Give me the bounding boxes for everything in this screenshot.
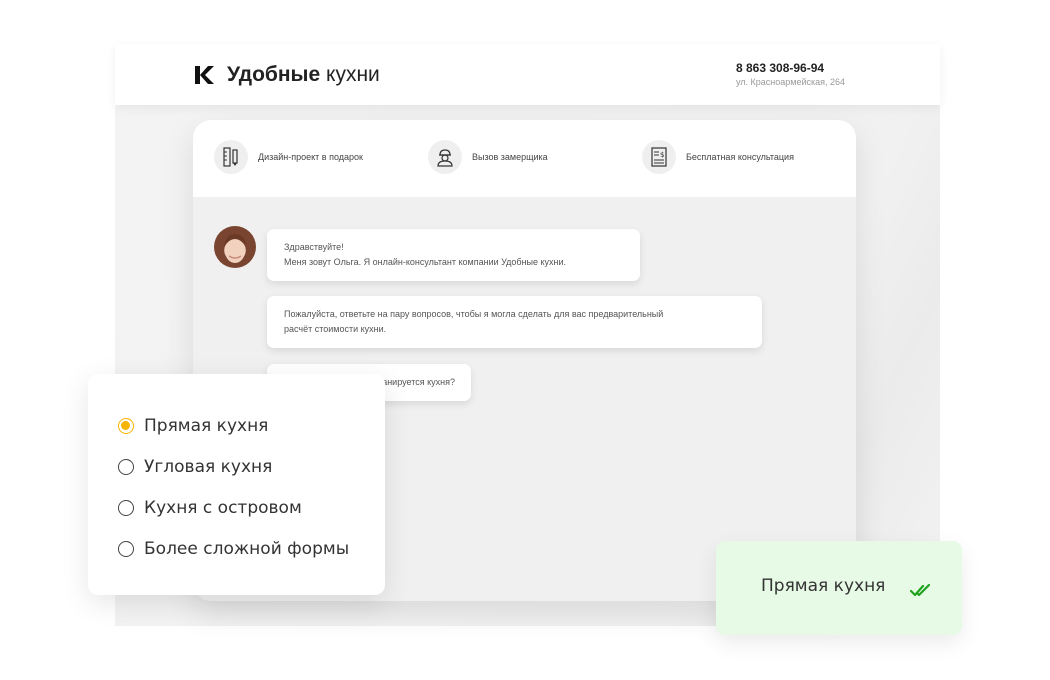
option-corner-kitchen[interactable]: Угловая кухня <box>118 457 272 477</box>
radio-button[interactable] <box>118 500 134 516</box>
service-label: Вызов замерщика <box>472 152 548 162</box>
chat-message: Здравствуйте! Меня зовут Ольга. Я онлайн… <box>267 229 640 281</box>
address: ул. Красноармейская, 264 <box>736 77 846 87</box>
double-check-icon <box>910 583 931 597</box>
radio-button[interactable] <box>118 418 134 434</box>
services-bar: Дизайн-проект в подарок Вызов замерщика <box>193 120 856 197</box>
option-label: Прямая кухня <box>144 416 269 436</box>
answer-text: Прямая кухня <box>761 576 886 596</box>
service-free-consultation[interactable]: $ Бесплатная консультация <box>642 140 794 174</box>
brand-name: Удобные кухни <box>227 63 380 86</box>
worker-helmet-icon <box>428 140 462 174</box>
avatar <box>214 226 256 268</box>
chat-message: Пожалуйста, ответьте на пару вопросов, ч… <box>267 296 762 348</box>
option-island-kitchen[interactable]: Кухня с островом <box>118 498 302 518</box>
option-label: Кухня с островом <box>144 498 302 518</box>
option-complex-shape[interactable]: Более сложной формы <box>118 539 349 559</box>
service-design-project[interactable]: Дизайн-проект в подарок <box>214 140 363 174</box>
option-straight-kitchen[interactable]: Прямая кухня <box>118 416 268 436</box>
option-label: Угловая кухня <box>144 457 273 477</box>
service-label: Бесплатная консультация <box>686 152 794 162</box>
logo[interactable]: Удобные кухни <box>193 63 380 87</box>
ruler-pencil-icon <box>214 140 248 174</box>
site-header: Удобные кухни 8 863 308-96-94 ул. Красно… <box>115 44 940 105</box>
answer-options-card: Прямая кухня Угловая кухня Кухня с остро… <box>88 374 385 595</box>
price-list-icon: $ <box>642 140 676 174</box>
user-answer-bubble: Прямая кухня <box>716 541 962 635</box>
service-label: Дизайн-проект в подарок <box>258 152 363 162</box>
radio-button[interactable] <box>118 541 134 557</box>
service-measurer-call[interactable]: Вызов замерщика <box>428 140 548 174</box>
phone-number[interactable]: 8 863 308-96-94 <box>736 61 824 75</box>
logo-icon <box>195 66 214 84</box>
radio-button[interactable] <box>118 459 134 475</box>
svg-text:$: $ <box>660 151 664 159</box>
option-label: Более сложной формы <box>144 539 350 559</box>
